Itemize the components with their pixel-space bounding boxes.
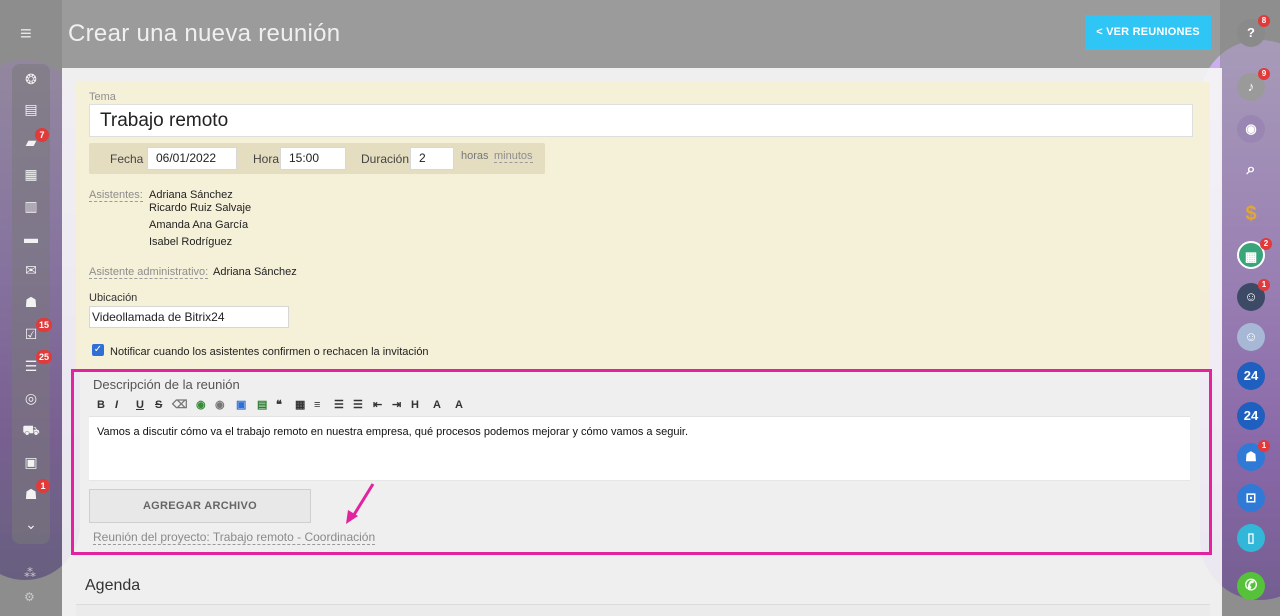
project-link[interactable]: Reunión del proyecto: Trabajo remoto - C…: [93, 530, 376, 545]
attendee-item: Adriana Sánchez: [149, 189, 233, 201]
agenda-title: Agenda: [85, 577, 141, 594]
editor-toolbar: [89, 395, 1190, 417]
tema-input[interactable]: Trabajo remoto: [89, 104, 1193, 137]
notify-checkbox[interactable]: ✓: [92, 344, 104, 356]
align-icon[interactable]: ≡: [314, 398, 320, 412]
tasks-badge: 15: [36, 318, 53, 332]
admin-assistant-label[interactable]: Asistente administrativo:: [89, 266, 209, 279]
italic-button[interactable]: I: [115, 398, 118, 412]
duracion-input[interactable]: 2: [410, 147, 454, 170]
bitrix24-icon[interactable]: 24: [1237, 362, 1265, 390]
unlink-icon[interactable]: ◉: [215, 398, 225, 412]
eraser-icon[interactable]: ⌫: [172, 398, 188, 412]
fecha-label: Fecha: [110, 152, 144, 166]
bold-button[interactable]: B: [97, 398, 105, 412]
calendar-icon[interactable]: ▦: [22, 165, 40, 183]
calendar-badge: 2: [1260, 238, 1272, 250]
chat-badge: 7: [35, 128, 49, 142]
code-icon[interactable]: ▦: [295, 398, 305, 412]
arrow-annotation: [346, 483, 375, 524]
chevron-down-icon[interactable]: ⌄: [22, 515, 40, 533]
contacts-badge: 1: [1258, 440, 1270, 452]
admin-assistant-value: Adriana Sánchez: [213, 266, 297, 278]
indent-icon[interactable]: ⇥: [392, 398, 401, 412]
minutos-option[interactable]: minutos: [494, 150, 533, 163]
attendee-item: Isabel Rodríguez: [149, 236, 233, 248]
sitemap-icon[interactable]: ⁂: [24, 566, 36, 580]
description-title: Descripción de la reunión: [93, 377, 240, 392]
bitrix24-icon-2[interactable]: 24: [1237, 402, 1265, 430]
target-icon[interactable]: ◎: [22, 389, 40, 407]
ver-reuniones-button[interactable]: < VER REUNIONES: [1085, 15, 1211, 50]
image-icon[interactable]: ▣: [236, 398, 246, 412]
strikethrough-button[interactable]: S: [155, 398, 162, 412]
cart-icon[interactable]: ⛟: [22, 421, 40, 439]
ubicacion-input[interactable]: Videollamada de Bitrix24: [89, 306, 289, 328]
font-color-icon[interactable]: A: [455, 398, 463, 412]
fecha-input[interactable]: 06/01/2022: [147, 147, 237, 170]
messages-icon[interactable]: ◉: [1237, 115, 1265, 143]
underline-button[interactable]: U: [136, 398, 144, 412]
asistentes-label[interactable]: Asistentes:: [89, 189, 143, 202]
robot-badge: 1: [36, 479, 50, 493]
dollar-icon[interactable]: $: [1237, 200, 1265, 228]
tema-label: Tema: [89, 91, 116, 103]
menu-icon[interactable]: ≡: [20, 24, 32, 44]
description-editor[interactable]: Vamos a discutir cómo va el trabajo remo…: [89, 417, 1190, 481]
add-file-button[interactable]: AGREGAR ARCHIVO: [89, 489, 311, 523]
search-icon[interactable]: ⌕: [1237, 156, 1265, 184]
group-badge: 1: [1258, 279, 1270, 291]
horas-option[interactable]: horas: [461, 150, 489, 162]
ubicacion-label: Ubicación: [89, 292, 138, 304]
activity-icon[interactable]: ❂: [22, 70, 40, 88]
page-title: Crear una nueva reunión: [68, 20, 341, 47]
call-icon[interactable]: ✆: [1237, 572, 1265, 600]
feed-icon[interactable]: ▤: [22, 100, 40, 118]
mail-icon[interactable]: ✉: [22, 261, 40, 279]
groups-icon[interactable]: ☗: [22, 293, 40, 311]
documents-icon[interactable]: ▥: [22, 197, 40, 215]
video-icon[interactable]: ▤: [257, 398, 267, 412]
help-badge: 8: [1258, 15, 1270, 27]
hora-input[interactable]: 15:00: [280, 147, 346, 170]
agenda-section: [76, 604, 1210, 616]
attendee-item: Amanda Ana García: [149, 219, 249, 231]
notify-label: Notificar cuando los asistentes confirme…: [110, 346, 429, 358]
bullet-list-icon[interactable]: ☰: [353, 398, 363, 412]
phone-share-icon[interactable]: ▯: [1237, 524, 1265, 552]
font-size-icon[interactable]: A: [433, 398, 441, 412]
outdent-icon[interactable]: ⇤: [373, 398, 382, 412]
drive-icon[interactable]: ▬: [22, 229, 40, 247]
link-icon[interactable]: ◉: [196, 398, 206, 412]
hora-label: Hora: [253, 152, 280, 166]
notifications-badge: 9: [1258, 68, 1270, 80]
lock-icon[interactable]: ⊡: [1237, 484, 1265, 512]
numbered-list-icon[interactable]: ☰: [334, 398, 344, 412]
contact-card-icon[interactable]: ▣: [22, 453, 40, 471]
gear-icon[interactable]: ⚙: [24, 590, 35, 604]
quote-icon[interactable]: ❝: [276, 398, 282, 412]
filter-badge: 25: [36, 350, 53, 364]
heading-icon[interactable]: H: [411, 398, 419, 412]
user-avatar[interactable]: ☺: [1237, 323, 1265, 351]
duracion-label: Duración: [361, 152, 410, 166]
attendee-item: Ricardo Ruiz Salvaje: [149, 202, 252, 214]
